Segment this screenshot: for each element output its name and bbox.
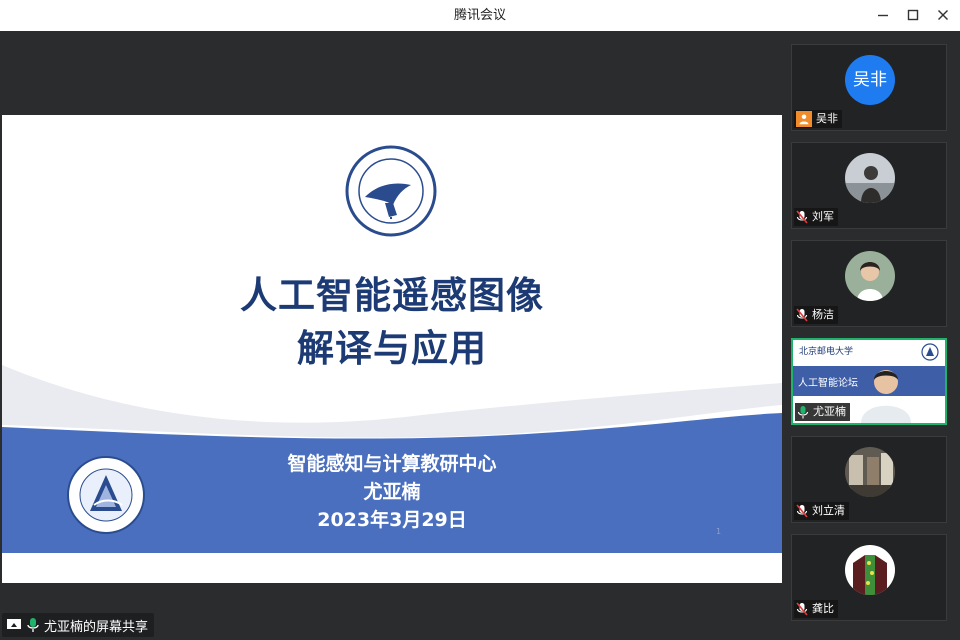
participant-tile[interactable]: 刘军	[791, 142, 947, 229]
participant-tile[interactable]: 刘立清	[791, 436, 947, 523]
slide-subtitle-author: 尤亚楠	[363, 481, 421, 503]
minimize-button[interactable]	[874, 6, 892, 24]
thumbnail-text: 人工智能论坛	[798, 378, 858, 389]
slide-title-line1: 人工智能遥感图像	[240, 274, 544, 317]
mic-muted-icon	[796, 602, 808, 616]
slide-page-number: 1	[716, 527, 722, 536]
ai-school-logo	[921, 343, 939, 361]
participant-tile[interactable]: 龚比	[791, 534, 947, 621]
maximize-button[interactable]	[904, 6, 922, 24]
screen-share-icon	[7, 619, 21, 629]
participant-name: 杨洁	[812, 308, 834, 321]
mic-muted-icon	[796, 504, 808, 518]
slide-subtitle-center: 智能感知与计算教研中心	[287, 453, 497, 475]
avatar	[845, 447, 895, 497]
participant-name: 尤亚楠	[813, 405, 846, 418]
person-icon	[796, 111, 812, 127]
avatar	[845, 545, 895, 595]
participant-tile[interactable]: 吴非 吴非	[791, 44, 947, 131]
slide-subtitle-date: 2023年3月29日	[317, 509, 467, 531]
share-badge-label: 尤亚楠的屏幕共享	[44, 619, 149, 635]
shared-screen-area: 人工智能遥感图像 解译与应用 智能感知与计算教研中心 尤亚楠 2023年3月29…	[0, 31, 783, 640]
participant-list: 吴非 吴非 刘军 杨洁 北京邮电大学 人工智能论坛 尤亚楠 刘立清 龚比	[783, 31, 960, 640]
speaker-video	[861, 370, 911, 423]
screen-share-badge[interactable]: 尤亚楠的屏幕共享	[2, 613, 155, 637]
title-bar: 腾讯会议	[0, 0, 960, 31]
mic-muted-icon	[796, 210, 808, 224]
participant-name: 刘立清	[812, 504, 845, 517]
mic-muted-icon	[796, 308, 808, 322]
mic-icon	[27, 618, 39, 632]
close-button[interactable]	[934, 6, 952, 24]
mic-icon	[797, 406, 809, 419]
participant-name: 刘军	[812, 210, 834, 223]
avatar	[845, 153, 895, 203]
close-icon	[938, 10, 948, 20]
participant-tile[interactable]: 杨洁	[791, 240, 947, 327]
slide-title-line2: 解译与应用	[297, 327, 487, 370]
minimize-icon	[878, 14, 888, 17]
participant-tile-active-speaker[interactable]: 北京邮电大学 人工智能论坛 尤亚楠	[791, 338, 947, 425]
window-title: 腾讯会议	[453, 8, 506, 23]
participant-name: 龚比	[812, 602, 834, 615]
university-logo	[345, 145, 437, 237]
avatar: 吴非	[845, 55, 895, 105]
avatar	[845, 251, 895, 301]
maximize-icon	[907, 9, 919, 21]
ai-school-logo	[67, 456, 145, 534]
presentation-slide: 人工智能遥感图像 解译与应用 智能感知与计算教研中心 尤亚楠 2023年3月29…	[2, 115, 782, 583]
participant-name: 吴非	[816, 112, 838, 125]
thumbnail-header: 北京邮电大学	[799, 347, 854, 357]
